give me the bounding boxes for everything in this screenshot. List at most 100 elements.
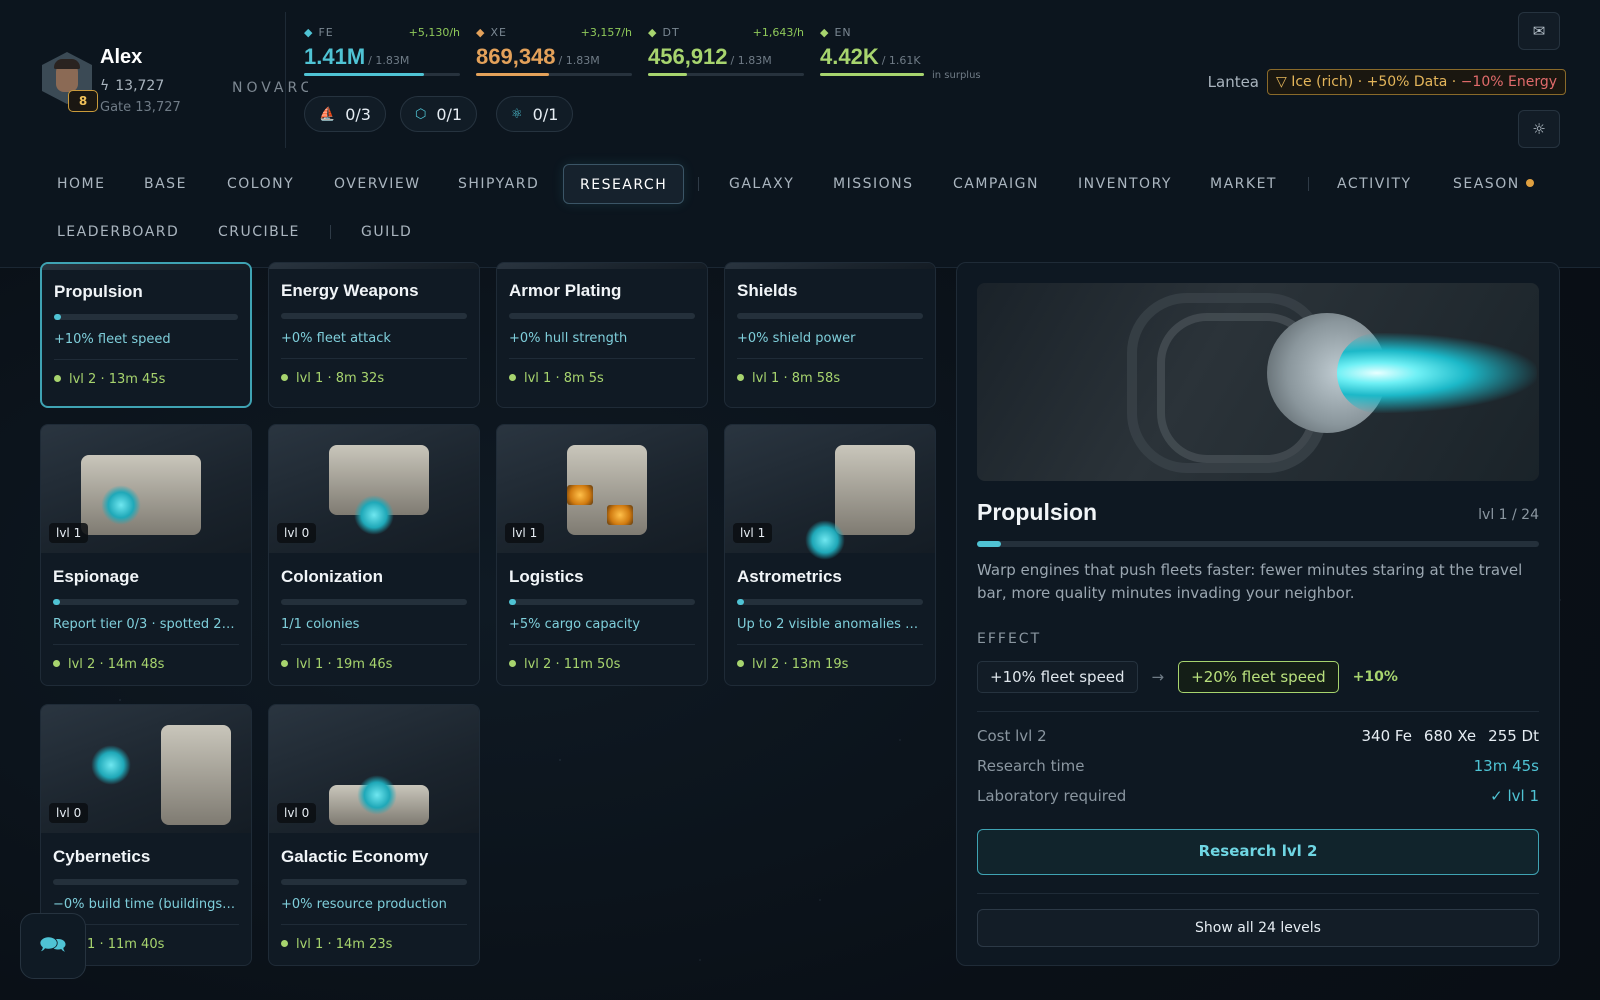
card-status: lvl 1 · 8m 58s [737, 371, 923, 386]
divider [977, 893, 1539, 894]
nav-home[interactable]: HOME [57, 164, 105, 204]
nav-overview[interactable]: OVERVIEW [334, 164, 421, 204]
research-card-shields[interactable]: Shields +0% shield power lvl 1 · 8m 58s [724, 262, 936, 408]
card-progress-bar [281, 313, 467, 319]
card-title: Logistics [509, 567, 584, 586]
mail-icon[interactable]: ✉ [1518, 12, 1560, 50]
research-card-energy-weapons[interactable]: Energy Weapons +0% fleet attack lvl 1 · 8m… [268, 262, 480, 408]
resource-fe[interactable]: ◆ FE +5,130/h 1.41M/ 1.83M [304, 26, 460, 76]
card-progress-bar [281, 599, 467, 605]
research-illustration [725, 263, 935, 269]
nav-campaign[interactable]: CAMPAIGN [953, 164, 1039, 204]
research-card-espionage[interactable]: lvl 1 Espionage Report tier 0/3 · spotted … [40, 424, 252, 686]
resource-capacity: / 1.61K [881, 54, 921, 67]
nav-research[interactable]: RESEARCH [563, 164, 685, 204]
cost-xe: 680 Xe [1423, 727, 1477, 745]
resource-capacity: / 1.83M [558, 54, 600, 67]
faction-name: NOVARC [232, 80, 308, 96]
resource-xe[interactable]: ◆ XE +3,157/h 869,348/ 1.83M [476, 26, 632, 76]
slot-count: 0/3 [345, 104, 371, 124]
card-status: lvl 2 · 13m 45s [54, 372, 238, 387]
research-illustration [497, 263, 707, 269]
nav-inventory[interactable]: INVENTORY [1078, 164, 1172, 204]
nav-market[interactable]: MARKET [1210, 164, 1277, 204]
card-progress-bar [509, 599, 695, 605]
research-card-colonization[interactable]: lvl 0 Colonization 1/1 colonies lvl 1 · 19m… [268, 424, 480, 686]
player-profile[interactable]: 8 Alex ϟ 13,727 Gate 13,727 NOVARC [40, 44, 308, 124]
nav-missions[interactable]: MISSIONS [833, 164, 914, 204]
research-time-row: Research time 13m 45s [977, 757, 1539, 779]
resource-bar [648, 73, 804, 76]
cost-fe: 340 Fe [1361, 727, 1412, 745]
player-gate: Gate 13,727 [100, 100, 181, 115]
nav-shipyard[interactable]: SHIPYARD [458, 164, 539, 204]
research-button[interactable]: Research lvl 2 [977, 829, 1539, 875]
research-illustration [977, 283, 1539, 481]
effect-label: EFFECT [977, 631, 1042, 647]
card-title: Energy Weapons [281, 281, 419, 300]
resource-code: DT [662, 26, 680, 39]
nav-season[interactable]: SEASON [1453, 164, 1534, 204]
resource-dt[interactable]: ◆ DT +1,643/h 456,912/ 1.83M [648, 26, 804, 76]
player-level-badge: 8 [68, 90, 98, 112]
header-divider [285, 12, 286, 148]
status-dot [281, 660, 288, 667]
detail-level: lvl 1 / 24 [1478, 507, 1539, 523]
card-effect: +5% cargo capacity [509, 617, 641, 632]
card-effect: +0% resource production [281, 897, 447, 912]
slot-counter[interactable]: ⛵ 0/3 [304, 96, 386, 132]
card-effect: Report tier 0/3 · spotted 20% [53, 617, 239, 632]
show-all-levels-button[interactable]: Show all 24 levels [977, 909, 1539, 947]
research-card-armor-plating[interactable]: Armor Plating +0% hull strength lvl 1 · 8m… [496, 262, 708, 408]
card-progress-bar [737, 313, 923, 319]
nav-colony[interactable]: COLONY [227, 164, 294, 204]
settings-icon[interactable]: ☼ [1518, 110, 1560, 148]
nav-galaxy[interactable]: GALAXY [729, 164, 794, 204]
resource-amount: 869,348 [476, 44, 556, 69]
bolt-icon: ◆ [820, 26, 830, 39]
card-status: lvl 2 · 11m 50s [509, 657, 695, 672]
card-title: Galactic Economy [281, 847, 429, 866]
cost-row: Cost lvl 2 340 Fe 680 Xe 255 Dt [977, 727, 1539, 749]
resource-bar [476, 73, 632, 76]
lab-required-row: Laboratory required ✓ lvl 1 [977, 787, 1539, 809]
resource-amount: 4.42K [820, 44, 879, 69]
status-dot [737, 374, 744, 381]
card-status: lvl 2 · 14m 48s [53, 657, 239, 672]
slot-counter[interactable]: ⬡ 0/1 [400, 96, 478, 132]
resource-amount: 1.41M [304, 44, 366, 69]
research-card-astrometrics[interactable]: lvl 1 Astrometrics Up to 2 visible anomali… [724, 424, 936, 686]
nav-base[interactable]: BASE [144, 164, 187, 204]
status-dot [509, 374, 516, 381]
resource-code: XE [490, 26, 507, 39]
resource-code: EN [834, 26, 852, 39]
player-name: Alex [100, 46, 143, 68]
chat-icon[interactable]: 🗪 [20, 913, 86, 979]
card-progress-bar [53, 879, 239, 885]
resource-amount: 456,912 [648, 44, 728, 69]
resource-en[interactable]: ◆ EN 4.42K/ 1.61K in surplus [820, 26, 981, 81]
research-card-logistics[interactable]: lvl 1 Logistics +5% cargo capacity lvl 2 · … [496, 424, 708, 686]
card-status: lvl 2 · 13m 19s [737, 657, 923, 672]
card-title: Espionage [53, 567, 139, 586]
card-title: Colonization [281, 567, 383, 586]
slot-counter[interactable]: ⚛ 0/1 [496, 96, 574, 132]
effect-delta: +10% [1352, 669, 1398, 685]
status-dot [54, 375, 61, 382]
nav-separator [1308, 177, 1309, 191]
research-illustration [269, 263, 479, 269]
card-status: lvl 1 · 19m 46s [281, 657, 467, 672]
ship-icon: ⛵ [319, 106, 336, 122]
nav-crucible[interactable]: CRUCIBLE [218, 212, 300, 252]
card-effect: +0% shield power [737, 331, 856, 346]
research-card-galactic-economy[interactable]: lvl 0 Galactic Economy +0% resource produc… [268, 704, 480, 966]
resource-rate: +5,130/h [408, 26, 460, 39]
resource-bar [820, 73, 924, 76]
nav-activity[interactable]: ACTIVITY [1337, 164, 1412, 204]
card-progress-bar [53, 599, 239, 605]
nav-guild[interactable]: GUILD [361, 212, 412, 252]
card-status: lvl 1 · 8m 5s [509, 371, 695, 386]
atom-icon: ⚛ [511, 106, 523, 122]
research-card-propulsion[interactable]: Propulsion +10% fleet speed lvl 2 · 13m 45… [40, 262, 252, 408]
nav-leaderboard[interactable]: LEADERBOARD [57, 212, 179, 252]
